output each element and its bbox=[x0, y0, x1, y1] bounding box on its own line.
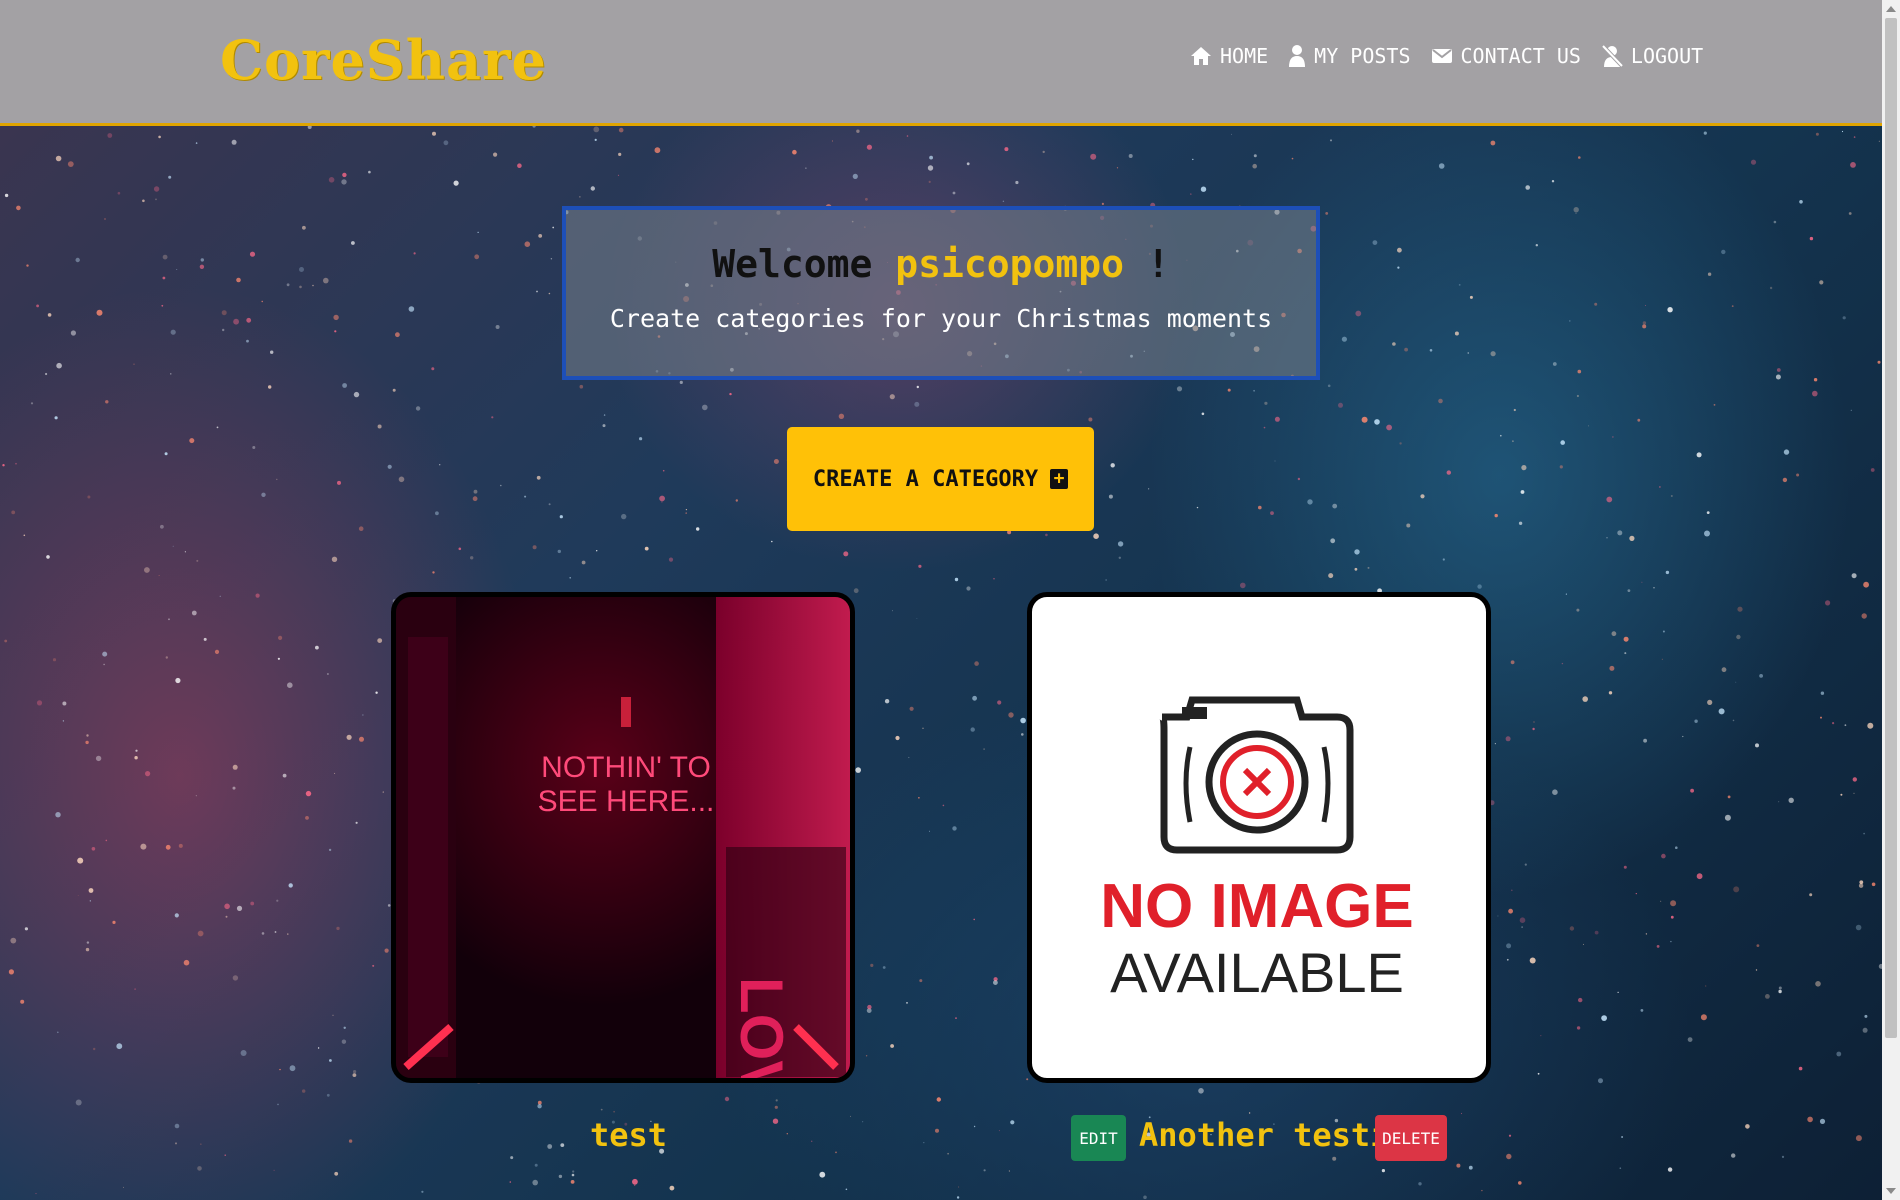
scroll-up-arrow-icon[interactable] bbox=[1886, 6, 1896, 12]
nav-home-label: HOME bbox=[1220, 44, 1269, 68]
nav-logout-label: LOGOUT bbox=[1630, 44, 1704, 68]
welcome-username: psicopompo bbox=[895, 242, 1125, 286]
user-slash-icon bbox=[1601, 44, 1623, 68]
nav-contact-us-label: CONTACT US bbox=[1460, 44, 1581, 68]
create-category-label: CREATE A CATEGORY bbox=[812, 466, 1039, 492]
scroll-thumb[interactable] bbox=[1885, 18, 1897, 1038]
edit-button[interactable]: EDIT bbox=[1071, 1115, 1126, 1161]
create-category-button[interactable]: CREATE A CATEGORY + bbox=[787, 427, 1094, 531]
nav-my-posts-label: MY POSTS bbox=[1314, 44, 1411, 68]
camera-x-icon bbox=[1159, 696, 1354, 854]
category-image-test[interactable]: LOVE NOTHIN' TO SEE HERE... bbox=[391, 592, 855, 1083]
no-image-placeholder: NO IMAGE AVAILABLE bbox=[1100, 696, 1414, 1004]
welcome-exclaim: ! bbox=[1146, 242, 1170, 286]
nav-logout[interactable]: LOGOUT bbox=[1601, 44, 1703, 68]
welcome-subtitle: Create categories for your Christmas mom… bbox=[609, 304, 1273, 333]
site-logo[interactable]: CoreShare bbox=[220, 28, 547, 92]
nav-home[interactable]: HOME bbox=[1190, 44, 1268, 68]
welcome-greeting: Welcome bbox=[712, 242, 873, 286]
nav-menu: HOME MY POSTS CONTACT US LOGOUT bbox=[1190, 44, 1703, 68]
category-image-another-testing[interactable]: NO IMAGE AVAILABLE bbox=[1027, 592, 1491, 1083]
navbar: CoreShare HOME MY POSTS CONTACT US LOGOU… bbox=[0, 0, 1882, 126]
scroll-down-arrow-icon[interactable] bbox=[1886, 1188, 1896, 1194]
nav-my-posts[interactable]: MY POSTS bbox=[1288, 44, 1411, 68]
plus-square-icon: + bbox=[1050, 469, 1069, 489]
neon-sign-line1: NOTHIN' TO bbox=[541, 751, 711, 784]
category-title-test[interactable]: test bbox=[590, 1116, 667, 1154]
home-icon bbox=[1191, 47, 1211, 65]
vertical-scrollbar[interactable] bbox=[1882, 0, 1900, 1200]
welcome-box: Welcome psicopompo ! Create categories f… bbox=[562, 206, 1320, 380]
neon-hallway-photo: LOVE NOTHIN' TO SEE HERE... bbox=[396, 597, 850, 1078]
welcome-heading: Welcome psicopompo ! bbox=[566, 242, 1316, 286]
user-icon bbox=[1289, 45, 1306, 67]
envelope-icon bbox=[1431, 49, 1452, 63]
neon-sign-line2: SEE HERE... bbox=[538, 785, 715, 818]
available-text: AVAILABLE bbox=[1110, 941, 1404, 1004]
wall-text: LOVE bbox=[728, 977, 795, 1078]
delete-button[interactable]: DELETE bbox=[1375, 1115, 1447, 1161]
no-image-text: NO IMAGE bbox=[1100, 872, 1413, 941]
nav-contact-us[interactable]: CONTACT US bbox=[1431, 44, 1581, 68]
